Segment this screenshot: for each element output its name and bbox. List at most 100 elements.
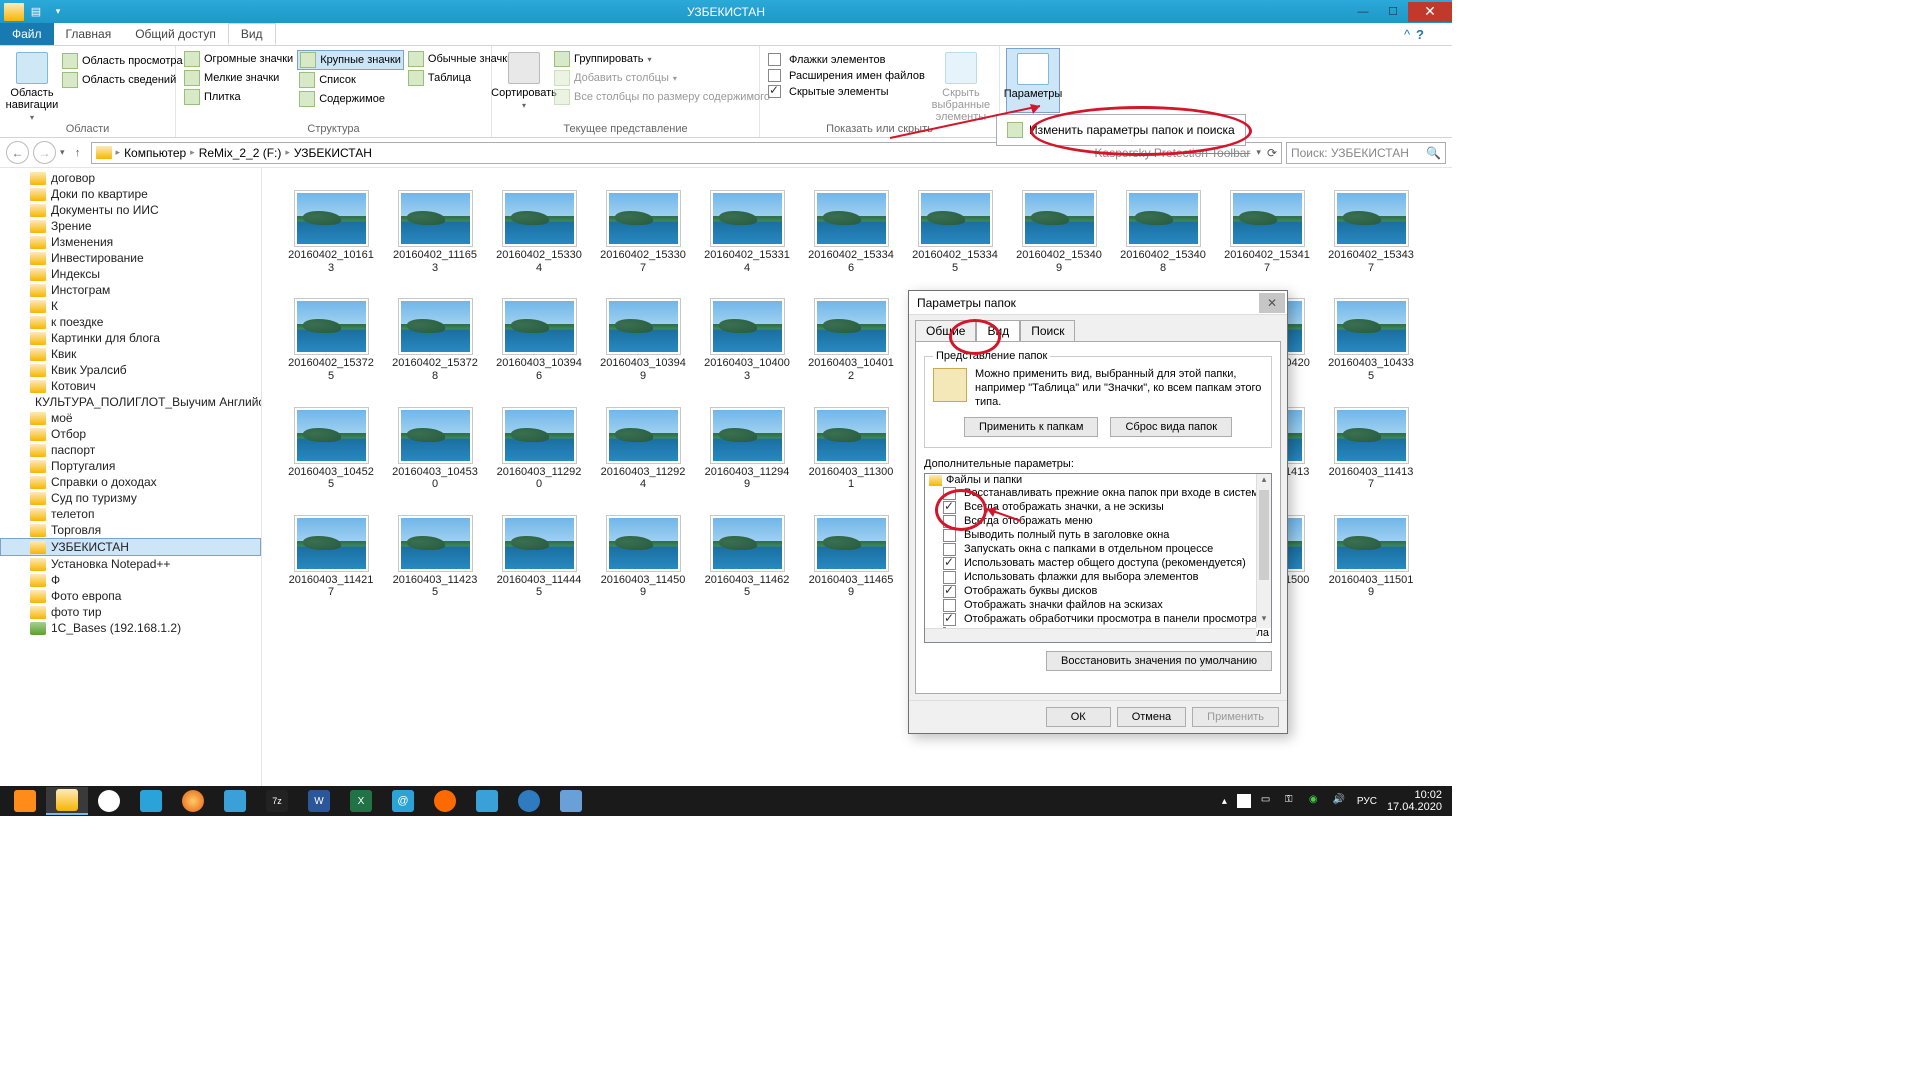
sidebar-item[interactable]: Котович xyxy=(0,378,261,394)
minimize-button[interactable]: — xyxy=(1348,2,1378,22)
sidebar-item[interactable]: КУЛЬТУРА_ПОЛИГЛОТ_Выучим Английский xyxy=(0,394,261,410)
tab-view[interactable]: Вид xyxy=(228,23,276,45)
sidebar-item[interactable]: Установка Notepad++ xyxy=(0,556,261,572)
sidebar-item[interactable]: Документы по ИИС xyxy=(0,202,261,218)
adv-setting-item[interactable]: Восстанавливать прежние окна папок при в… xyxy=(925,486,1271,500)
adv-setting-item[interactable]: Всегда отображать меню xyxy=(925,514,1271,528)
file-thumbnail[interactable]: 20160403_112920 xyxy=(500,407,578,491)
sidebar-item[interactable]: Торговля xyxy=(0,522,261,538)
cancel-button[interactable]: Отмена xyxy=(1117,707,1186,727)
tray-volume-icon[interactable]: 🔊 xyxy=(1333,794,1347,808)
file-thumbnail[interactable]: 20160403_112924 xyxy=(604,407,682,491)
hide-selected-button[interactable]: Скрыть выбранные элементы xyxy=(929,48,993,123)
file-extensions[interactable]: Расширения имен файлов xyxy=(766,68,927,83)
file-thumbnail[interactable]: 20160403_114509 xyxy=(604,515,682,599)
file-thumbnail[interactable]: 20160402_153409 xyxy=(1020,190,1098,274)
checkbox[interactable] xyxy=(943,585,956,598)
advanced-settings-list[interactable]: Файлы и папки Восстанавливать прежние ок… xyxy=(924,473,1272,643)
maximize-button[interactable]: ☐ xyxy=(1378,2,1408,22)
layout-xlarge[interactable]: Огромные значки xyxy=(182,50,295,68)
nav-pane-button[interactable]: Область навигации ▾ xyxy=(6,48,58,123)
adv-setting-item[interactable]: Отображать значки файлов на эскизах xyxy=(925,598,1271,612)
sidebar-item[interactable]: Доки по квартире xyxy=(0,186,261,202)
taskbar-app-1[interactable] xyxy=(4,787,46,815)
taskbar-app-6[interactable] xyxy=(214,787,256,815)
file-thumbnail[interactable]: 20160403_114625 xyxy=(708,515,786,599)
sidebar-item[interactable]: Квик Уралсиб xyxy=(0,362,261,378)
help-icon[interactable]: ? xyxy=(1416,27,1424,42)
sort-button[interactable]: Сортировать ▾ xyxy=(498,48,550,111)
adv-setting-item[interactable]: Выводить полный путь в заголовке окна xyxy=(925,528,1271,542)
sidebar-item[interactable]: Суд по туризму xyxy=(0,490,261,506)
checkbox[interactable] xyxy=(943,529,956,542)
refresh-button[interactable]: ⟳ xyxy=(1267,146,1277,160)
options-button[interactable]: Параметры ▾ xyxy=(1006,48,1060,113)
file-thumbnail[interactable]: 20160402_153346 xyxy=(812,190,890,274)
checkbox[interactable] xyxy=(943,501,956,514)
ribbon-collapse-icon[interactable]: ^ xyxy=(1404,27,1410,42)
details-pane-button[interactable]: Область сведений xyxy=(60,71,185,89)
tray-device-icon[interactable]: ▭ xyxy=(1261,794,1275,808)
hidden-items[interactable]: Скрытые элементы xyxy=(766,84,927,99)
file-thumbnail[interactable]: 20160403_114137 xyxy=(1332,407,1410,491)
file-thumbnail[interactable]: 20160402_153307 xyxy=(604,190,682,274)
file-thumbnail[interactable]: 20160403_113001 xyxy=(812,407,890,491)
taskbar-snip[interactable] xyxy=(466,787,508,815)
sidebar-item[interactable]: Справки о доходах xyxy=(0,474,261,490)
sidebar-item[interactable]: Изменения xyxy=(0,234,261,250)
taskbar-thunderbird[interactable] xyxy=(508,787,550,815)
file-thumbnail[interactable]: 20160403_104530 xyxy=(396,407,474,491)
layout-small[interactable]: Мелкие значки xyxy=(182,69,295,87)
tray-clock[interactable]: 10:02 17.04.2020 xyxy=(1387,789,1442,813)
crumb-0[interactable]: Компьютер xyxy=(124,146,186,160)
file-thumbnail[interactable]: 20160403_104335 xyxy=(1332,298,1410,382)
layout-content[interactable]: Содержимое xyxy=(297,90,404,108)
address-dropdown-icon[interactable]: ▾ xyxy=(1256,147,1261,158)
taskbar-7zip[interactable]: 7z xyxy=(256,787,298,815)
file-thumbnail[interactable]: 20160402_153304 xyxy=(500,190,578,274)
sidebar-item[interactable]: Отбор xyxy=(0,426,261,442)
sidebar-item[interactable]: Инвестирование xyxy=(0,250,261,266)
search-box[interactable]: Поиск: УЗБЕКИСТАН 🔍 xyxy=(1286,142,1446,164)
checkbox[interactable] xyxy=(943,515,956,528)
tab-file[interactable]: Файл xyxy=(0,23,54,45)
sidebar-item[interactable]: к поездке xyxy=(0,314,261,330)
taskbar-yandex[interactable] xyxy=(88,787,130,815)
qat-props-icon[interactable]: ▤ xyxy=(26,3,46,21)
file-thumbnail[interactable]: 20160403_112949 xyxy=(708,407,786,491)
address-extension[interactable]: Kaspersky Protection Toolbar xyxy=(1095,146,1251,160)
tray-chevron-icon[interactable]: ▴ xyxy=(1222,796,1227,807)
file-thumbnail[interactable]: 20160402_153408 xyxy=(1124,190,1202,274)
apply-button[interactable]: Применить xyxy=(1192,707,1279,727)
taskbar-firefox[interactable] xyxy=(172,787,214,815)
adv-scrollbar-v[interactable]: ▴▾ xyxy=(1256,474,1271,628)
taskbar-mail[interactable] xyxy=(130,787,172,815)
sidebar-item[interactable]: Квик xyxy=(0,346,261,362)
sidebar-item[interactable]: УЗБЕКИСТАН xyxy=(0,538,261,556)
sidebar-item[interactable]: Фото европа xyxy=(0,588,261,604)
dialog-close-button[interactable]: ✕ xyxy=(1259,293,1285,313)
sidebar-item[interactable]: фото тир xyxy=(0,604,261,620)
tab-home[interactable]: Главная xyxy=(54,23,124,45)
file-thumbnail[interactable]: 20160402_153345 xyxy=(916,190,994,274)
change-folder-options[interactable]: Изменить параметры папок и поиска xyxy=(1001,119,1241,141)
layout-tiles[interactable]: Плитка xyxy=(182,88,295,106)
file-thumbnail[interactable]: 20160402_111653 xyxy=(396,190,474,274)
adv-scrollbar-h[interactable] xyxy=(925,628,1256,642)
file-thumbnail[interactable]: 20160402_101613 xyxy=(292,190,370,274)
file-thumbnail[interactable]: 20160402_153725 xyxy=(292,298,370,382)
file-thumbnail[interactable]: 20160403_104525 xyxy=(292,407,370,491)
adv-setting-item[interactable]: Использовать флажки для выбора элементов xyxy=(925,570,1271,584)
file-thumbnail[interactable]: 20160403_103946 xyxy=(500,298,578,382)
tab-share[interactable]: Общий доступ xyxy=(123,23,228,45)
sidebar-item[interactable]: Зрение xyxy=(0,218,261,234)
sidebar-item[interactable]: Картинки для блога xyxy=(0,330,261,346)
sidebar-item[interactable]: Ф xyxy=(0,572,261,588)
history-dropdown[interactable]: ▾ xyxy=(60,147,65,158)
tray-network-icon[interactable]: ⚿ xyxy=(1285,794,1299,808)
groupby-button[interactable]: Группировать ▾ xyxy=(552,50,772,68)
tray-shield-icon[interactable]: ◉ xyxy=(1309,794,1323,808)
tray-lang[interactable]: РУС xyxy=(1357,796,1377,807)
addcols-button[interactable]: Добавить столбцы ▾ xyxy=(552,69,772,87)
sizecols-button[interactable]: Все столбцы по размеру содержимого xyxy=(552,88,772,106)
